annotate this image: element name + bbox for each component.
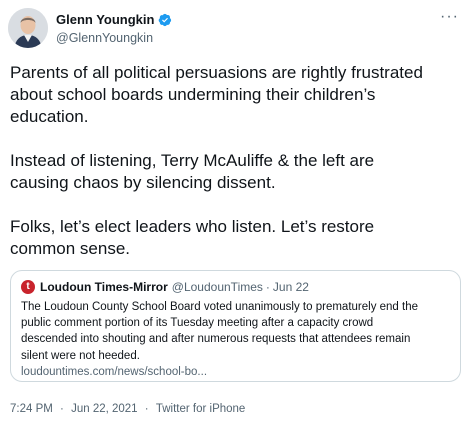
- quoted-timestamp: Jun 22: [272, 280, 309, 294]
- tweet: Glenn Youngkin @GlennYoungkin ··· Parent…: [0, 0, 471, 428]
- tweet-date[interactable]: Jun 22, 2021: [71, 403, 138, 415]
- tweet-paragraph: Folks, let’s elect leaders who listen. L…: [10, 217, 375, 258]
- display-name[interactable]: Glenn Youngkin: [56, 12, 154, 28]
- tweet-paragraph: Parents of all political persuasions are…: [10, 63, 423, 126]
- tweet-header: Glenn Youngkin @GlennYoungkin ···: [8, 8, 463, 48]
- separator-dot: ·: [144, 403, 149, 415]
- separator-dot: ·: [60, 403, 64, 415]
- quoted-body: The Loudoun County School Board voted un…: [21, 301, 419, 362]
- tweet-source[interactable]: Twitter for iPhone: [156, 403, 245, 415]
- tweet-meta: 7:24 PM · Jun 22, 2021 · Twitter for iPh…: [10, 402, 245, 416]
- author-handle[interactable]: @GlennYoungkin: [56, 30, 172, 46]
- verified-badge-icon: [158, 13, 172, 27]
- tweet-text: Parents of all political persuasions are…: [10, 62, 465, 260]
- quoted-avatar: t: [21, 280, 35, 294]
- quoted-tweet[interactable]: t Loudoun Times-Mirror @LoudounTimes · J…: [10, 270, 461, 382]
- quoted-display-name: Loudoun Times-Mirror: [40, 280, 168, 294]
- avatar[interactable]: [8, 8, 48, 48]
- separator-dot: ·: [265, 280, 270, 294]
- tweet-time[interactable]: 7:24 PM: [10, 403, 53, 415]
- quoted-tweet-text: The Loudoun County School Board voted un…: [21, 299, 451, 380]
- more-icon[interactable]: ···: [440, 9, 459, 25]
- quoted-handle: @LoudounTimes: [171, 280, 263, 294]
- author-names: Glenn Youngkin @GlennYoungkin: [56, 12, 172, 46]
- quoted-link[interactable]: loudountimes.com/news/school-bo...: [21, 364, 451, 380]
- quoted-tweet-header: t Loudoun Times-Mirror @LoudounTimes · J…: [21, 280, 309, 294]
- tweet-paragraph: Instead of listening, Terry McAuliffe & …: [10, 151, 375, 192]
- avatar-image: [8, 8, 48, 48]
